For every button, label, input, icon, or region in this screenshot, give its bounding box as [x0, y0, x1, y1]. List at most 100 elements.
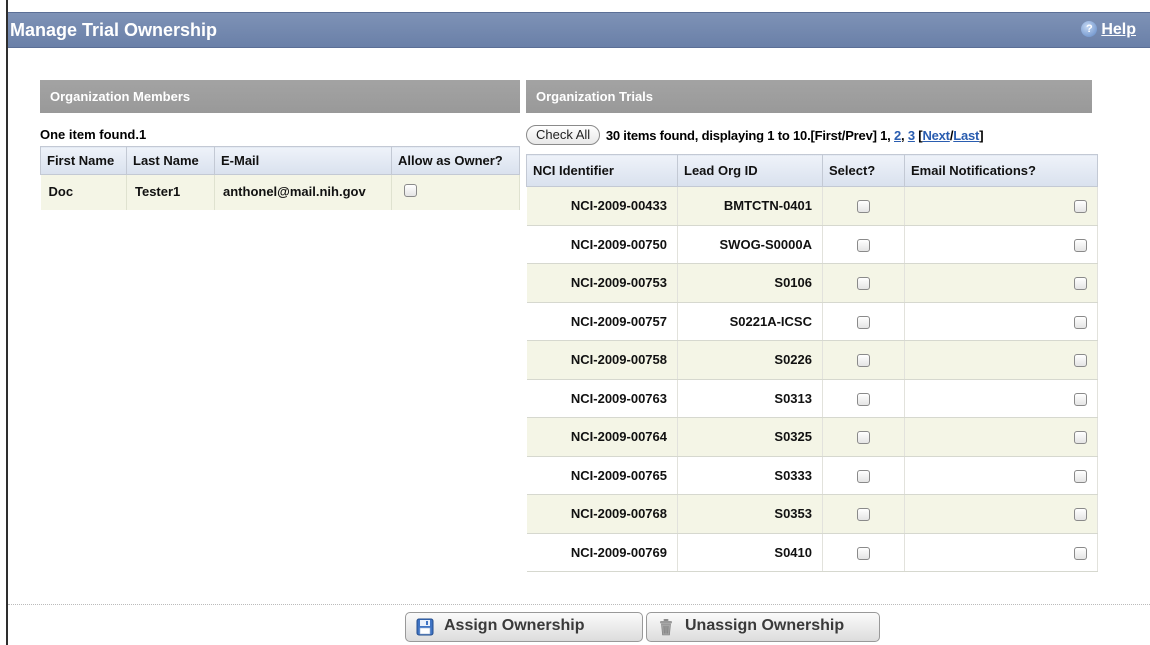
- email-notification-checkbox[interactable]: [1074, 238, 1087, 252]
- trial-select-cell: [822, 533, 905, 572]
- email-notification-checkbox[interactable]: [1074, 200, 1087, 214]
- select-checkbox[interactable]: [857, 354, 870, 368]
- col-first-name[interactable]: First Name: [40, 146, 127, 175]
- trial-lead-org-id: BMTCTN-0401: [677, 186, 823, 226]
- trial-email-cell: [904, 263, 1098, 303]
- select-checkbox[interactable]: [857, 238, 870, 252]
- table-row: NCI-2009-00757 S0221A-ICSC: [526, 302, 1098, 341]
- trial-select-cell: [822, 225, 905, 264]
- col-last-name[interactable]: Last Name: [126, 146, 215, 175]
- member-allow-owner-cell: [391, 174, 520, 210]
- col-lead-org-id[interactable]: Lead Org ID: [677, 154, 823, 187]
- trial-email-cell: [904, 302, 1098, 341]
- trials-toolbar: Check All 30 items found, displaying 1 t…: [526, 125, 1096, 149]
- select-checkbox[interactable]: [857, 469, 870, 483]
- pager-page-3-link[interactable]: 3: [908, 128, 915, 143]
- table-row: NCI-2009-00765 S0333: [526, 456, 1098, 495]
- trials-header-row: NCI Identifier Lead Org ID Select? Email…: [526, 154, 1098, 187]
- trial-nci-id: NCI-2009-00765: [526, 456, 678, 495]
- email-notification-checkbox[interactable]: [1074, 469, 1087, 483]
- trial-select-cell: [822, 186, 905, 226]
- pager-summary: 30 items found, displaying 1 to 10.: [605, 127, 811, 143]
- email-notification-checkbox[interactable]: [1074, 392, 1087, 406]
- trial-email-cell: [904, 417, 1098, 457]
- email-notification-checkbox[interactable]: [1074, 354, 1087, 368]
- members-panel-header: Organization Members: [40, 80, 520, 113]
- trial-email-cell: [904, 379, 1098, 418]
- select-checkbox[interactable]: [857, 315, 870, 329]
- members-found-text: One item found.1: [40, 127, 147, 142]
- assign-ownership-label: Assign Ownership: [444, 617, 585, 634]
- trial-email-cell: [904, 225, 1098, 264]
- pager-last-link[interactable]: Last: [953, 128, 979, 143]
- assign-ownership-button[interactable]: Assign Ownership: [405, 612, 643, 642]
- members-table: First Name Last Name E-Mail Allow as Own…: [40, 146, 520, 210]
- trial-lead-org-id: S0106: [677, 263, 823, 303]
- page-titlebar: Manage Trial Ownership ? Help: [8, 12, 1150, 48]
- trial-nci-id: NCI-2009-00433: [526, 186, 678, 226]
- trial-nci-id: NCI-2009-00763: [526, 379, 678, 418]
- member-email: anthonel@mail.nih.gov: [214, 174, 392, 210]
- trial-nci-id: NCI-2009-00753: [526, 263, 678, 303]
- select-checkbox[interactable]: [857, 392, 870, 406]
- pager: 30 items found, displaying 1 to 10.[Firs…: [606, 128, 984, 143]
- save-disk-icon: [416, 618, 434, 636]
- col-nci-identifier[interactable]: NCI Identifier: [526, 154, 678, 187]
- unassign-ownership-button[interactable]: Unassign Ownership: [646, 612, 880, 642]
- check-all-button[interactable]: Check All: [526, 125, 601, 145]
- table-row: NCI-2009-00750 SWOG-S0000A: [526, 225, 1098, 264]
- allow-owner-checkbox[interactable]: [404, 184, 417, 197]
- email-notification-checkbox[interactable]: [1074, 315, 1087, 329]
- email-notification-checkbox[interactable]: [1074, 508, 1087, 522]
- trial-email-cell: [904, 340, 1098, 380]
- trial-lead-org-id: S0353: [677, 494, 823, 534]
- trial-select-cell: [822, 302, 905, 341]
- members-header-row: First Name Last Name E-Mail Allow as Own…: [40, 146, 520, 175]
- trial-select-cell: [822, 417, 905, 457]
- email-notification-checkbox[interactable]: [1074, 277, 1087, 291]
- member-first-name: Doc: [40, 174, 127, 210]
- help-icon: ?: [1081, 21, 1098, 37]
- pager-bracket-close: ]: [979, 127, 984, 143]
- help-link[interactable]: ? Help: [1081, 21, 1136, 39]
- table-row: NCI-2009-00763 S0313: [526, 379, 1098, 418]
- trial-lead-org-id: S0313: [677, 379, 823, 418]
- pager-next-link[interactable]: Next: [922, 128, 950, 143]
- table-row: Doc Tester1 anthonel@mail.nih.gov: [40, 174, 520, 210]
- trial-nci-id: NCI-2009-00757: [526, 302, 678, 341]
- trial-nci-id: NCI-2009-00768: [526, 494, 678, 534]
- trial-lead-org-id: S0221A-ICSC: [677, 302, 823, 341]
- table-row: NCI-2009-00433 BMTCTN-0401: [526, 186, 1098, 226]
- trial-lead-org-id: S0333: [677, 456, 823, 495]
- select-checkbox[interactable]: [857, 546, 870, 560]
- pager-first-prev: [First/Prev] 1,: [810, 127, 894, 143]
- trial-select-cell: [822, 494, 905, 534]
- trial-select-cell: [822, 379, 905, 418]
- table-row: NCI-2009-00768 S0353: [526, 494, 1098, 534]
- col-select[interactable]: Select?: [822, 154, 905, 187]
- trial-email-cell: [904, 533, 1098, 572]
- unassign-ownership-label: Unassign Ownership: [685, 617, 845, 634]
- trial-email-cell: [904, 494, 1098, 534]
- col-email-notifications[interactable]: Email Notifications?: [904, 154, 1098, 187]
- col-email[interactable]: E-Mail: [214, 146, 392, 175]
- table-row: NCI-2009-00753 S0106: [526, 263, 1098, 303]
- page-title: Manage Trial Ownership: [10, 20, 218, 40]
- email-notification-checkbox[interactable]: [1074, 431, 1087, 445]
- trial-nci-id: NCI-2009-00769: [526, 533, 678, 572]
- pager-page-2-link[interactable]: 2: [894, 128, 901, 143]
- trial-nci-id: NCI-2009-00758: [526, 340, 678, 380]
- select-checkbox[interactable]: [857, 508, 870, 522]
- email-notification-checkbox[interactable]: [1074, 546, 1087, 560]
- col-allow-owner[interactable]: Allow as Owner?: [391, 146, 520, 175]
- trial-lead-org-id: S0226: [677, 340, 823, 380]
- trial-select-cell: [822, 340, 905, 380]
- trial-lead-org-id: S0410: [677, 533, 823, 572]
- select-checkbox[interactable]: [857, 431, 870, 445]
- divider: [8, 604, 1150, 605]
- table-row: NCI-2009-00769 S0410: [526, 533, 1098, 572]
- trial-lead-org-id: S0325: [677, 417, 823, 457]
- select-checkbox[interactable]: [857, 200, 870, 214]
- trial-nci-id: NCI-2009-00750: [526, 225, 678, 264]
- select-checkbox[interactable]: [857, 277, 870, 291]
